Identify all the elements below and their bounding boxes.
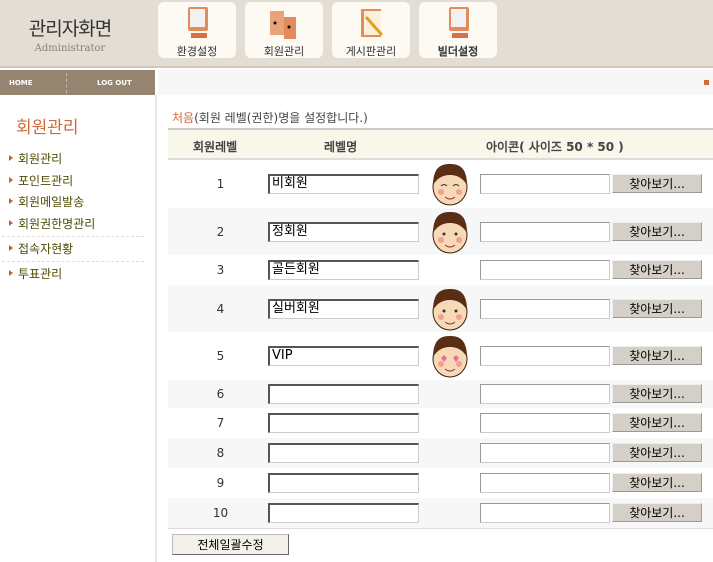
level-number: 4 bbox=[216, 301, 225, 316]
level-number: 8 bbox=[216, 446, 225, 460]
sidebar-title: 회원관리 bbox=[16, 118, 79, 138]
menu-settings[interactable]: 환경설정 bbox=[158, 2, 236, 58]
sidebar-item-polls[interactable]: 투표관리 bbox=[9, 265, 62, 282]
icon-file-input[interactable] bbox=[480, 503, 610, 523]
level-number: 6 bbox=[216, 387, 225, 401]
level-number: 1 bbox=[216, 177, 225, 191]
level-name-input[interactable] bbox=[268, 503, 419, 523]
sidebar-item-level-names[interactable]: 회원권한명관리 bbox=[9, 215, 95, 232]
table-row: 7 찾아보기... bbox=[168, 408, 713, 438]
heart-eyes-face-icon bbox=[432, 335, 468, 378]
admin-title: 관리자화면 bbox=[28, 18, 112, 40]
icon-file-input[interactable] bbox=[480, 174, 610, 194]
nav-bar: HOME LOG OUT bbox=[0, 70, 155, 95]
level-name-input[interactable]: 비회원 bbox=[268, 174, 419, 194]
face-icon bbox=[432, 211, 468, 254]
browse-button[interactable]: 찾아보기... bbox=[612, 503, 702, 522]
level-number: 5 bbox=[216, 349, 225, 363]
level-name-input[interactable] bbox=[268, 413, 419, 433]
level-name-input[interactable]: 정회원 bbox=[268, 221, 419, 242]
browse-button[interactable]: 찾아보기... bbox=[612, 298, 702, 318]
level-name-input[interactable] bbox=[268, 384, 419, 404]
members-icon bbox=[270, 11, 296, 39]
table-row: 9 찾아보기... bbox=[168, 468, 713, 498]
menu-builder[interactable]: 빌더설정 bbox=[419, 2, 497, 58]
browse-button[interactable]: 찾아보기... bbox=[612, 413, 702, 432]
icon-file-input[interactable] bbox=[480, 221, 610, 242]
level-number: 9 bbox=[216, 476, 225, 490]
sidebar: 회원관리 회원관리 포인트관리 회원메일발송 회원권한명관리 접속자현황 투표관… bbox=[0, 95, 157, 562]
table-header: 회원레벨 레벨명 아이콘( 사이즈 50 * 50 ) bbox=[168, 128, 713, 160]
board-icon bbox=[361, 9, 384, 37]
divider bbox=[66, 73, 67, 93]
table-row: 2 정회원 찾아보기... bbox=[168, 208, 713, 255]
table-row: 3 골든회원 찾아보기... bbox=[168, 255, 713, 285]
browse-button[interactable]: 찾아보기... bbox=[612, 221, 702, 241]
level-number: 3 bbox=[216, 263, 225, 277]
browse-button[interactable]: 찾아보기... bbox=[612, 346, 702, 365]
face-icon bbox=[432, 288, 468, 331]
browse-button[interactable]: 찾아보기... bbox=[612, 384, 702, 403]
menu-members[interactable]: 회원관리 bbox=[245, 2, 323, 58]
table-row: 5 VIP 찾아보기... bbox=[168, 332, 713, 380]
level-number: 2 bbox=[216, 224, 225, 239]
table-row: 6 찾아보기... bbox=[168, 380, 713, 408]
icon-file-input[interactable] bbox=[480, 384, 610, 404]
table-row: 4 실버회원 찾아보기... bbox=[168, 285, 713, 332]
table-row: 1 비회원 찾아보기... bbox=[168, 160, 713, 208]
monitor-icon bbox=[188, 7, 208, 38]
arrow-icon bbox=[704, 80, 709, 85]
divider bbox=[168, 528, 713, 529]
sidebar-item-points[interactable]: 포인트관리 bbox=[9, 172, 73, 189]
level-name-input[interactable]: VIP bbox=[268, 346, 419, 366]
table-row: 8 찾아보기... bbox=[168, 438, 713, 468]
sidebar-item-mail[interactable]: 회원메일발송 bbox=[9, 193, 84, 210]
icon-file-input[interactable] bbox=[480, 413, 610, 433]
level-name-input[interactable]: 실버회원 bbox=[268, 298, 419, 319]
level-number: 10 bbox=[212, 506, 229, 520]
browse-button[interactable]: 찾아보기... bbox=[612, 473, 702, 492]
smiling-face-icon bbox=[432, 163, 468, 206]
icon-file-input[interactable] bbox=[480, 298, 610, 319]
intro-text: 처음(회원 레벨(권한)명을 설정합니다.) bbox=[172, 111, 368, 125]
save-all-button[interactable]: 전체일괄수정 bbox=[172, 534, 289, 555]
header: 관리자화면 Administrator 환경설정 회원관리 게시판관리 빌더설정 bbox=[0, 0, 713, 68]
sidebar-item-members[interactable]: 회원관리 bbox=[9, 150, 62, 167]
top-strip bbox=[158, 70, 713, 95]
browse-button[interactable]: 찾아보기... bbox=[612, 260, 702, 279]
menu-board[interactable]: 게시판관리 bbox=[332, 2, 410, 58]
divider bbox=[2, 236, 144, 237]
level-name-input[interactable] bbox=[268, 473, 419, 493]
logo[interactable]: 관리자화면 Administrator bbox=[20, 14, 120, 54]
icon-file-input[interactable] bbox=[480, 443, 610, 463]
divider bbox=[2, 261, 144, 262]
icon-file-input[interactable] bbox=[480, 473, 610, 493]
icon-file-input[interactable] bbox=[480, 346, 610, 366]
logout-link[interactable]: LOG OUT bbox=[97, 79, 132, 87]
monitor-icon bbox=[449, 7, 469, 38]
table-row: 10 찾아보기... bbox=[168, 498, 713, 528]
admin-subtitle: Administrator bbox=[34, 43, 106, 54]
sidebar-item-visitors[interactable]: 접속자현황 bbox=[9, 240, 73, 257]
browse-button[interactable]: 찾아보기... bbox=[612, 443, 702, 462]
icon-file-input[interactable] bbox=[480, 260, 610, 280]
level-name-input[interactable]: 골든회원 bbox=[268, 260, 419, 280]
level-number: 7 bbox=[216, 416, 225, 430]
level-name-input[interactable] bbox=[268, 443, 419, 463]
home-link[interactable]: HOME bbox=[9, 79, 33, 87]
browse-button[interactable]: 찾아보기... bbox=[612, 174, 702, 193]
